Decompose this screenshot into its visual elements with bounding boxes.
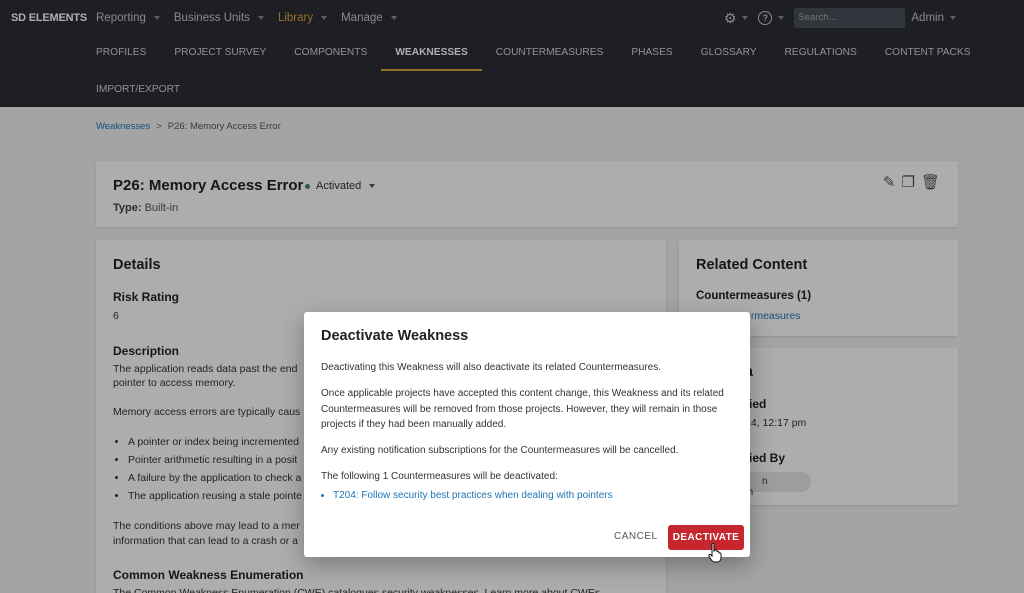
countermeasures-list: T204: Follow security best practices whe… — [333, 490, 613, 501]
dialog-paragraph: Once applicable projects have accepted t… — [321, 388, 724, 430]
hand-cursor-icon — [708, 543, 722, 563]
dialog-paragraph: Deactivating this Weakness will also dea… — [321, 362, 661, 373]
countermeasure-link[interactable]: T204: Follow security best practices whe… — [333, 490, 613, 501]
deactivate-button[interactable]: DEACTIVATE — [668, 525, 744, 550]
dialog-paragraph: The following 1 Countermeasures will be … — [321, 471, 558, 482]
dialog-paragraph: Any existing notification subscriptions … — [321, 445, 679, 456]
deactivate-weakness-dialog: Deactivate Weakness Deactivating this We… — [304, 312, 750, 557]
cancel-button[interactable]: CANCEL — [614, 531, 658, 542]
dialog-title: Deactivate Weakness — [321, 328, 469, 344]
